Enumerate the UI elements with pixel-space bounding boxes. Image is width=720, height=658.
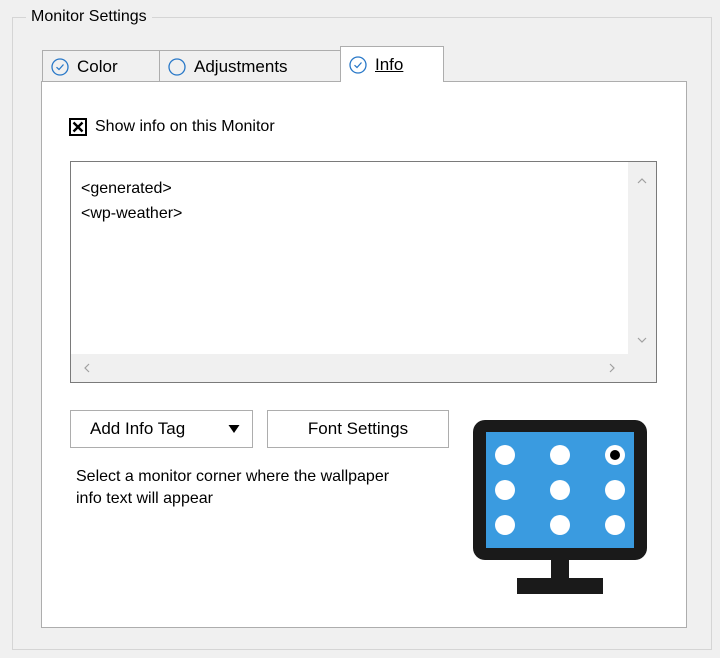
- corner-bottom-center[interactable]: [550, 515, 570, 535]
- help-text: Select a monitor corner where the wallpa…: [76, 468, 390, 507]
- scroll-corner: [628, 354, 656, 382]
- show-info-checkbox-row[interactable]: Show info on this Monitor: [69, 118, 275, 136]
- info-line: <generated>: [81, 180, 172, 197]
- scroll-down-icon[interactable]: [637, 334, 647, 346]
- tab-color[interactable]: Color: [42, 50, 160, 82]
- add-info-tag-label: Add Info Tag: [90, 419, 186, 438]
- corner-middle-center[interactable]: [550, 480, 570, 500]
- dropdown-arrow-icon: [228, 421, 240, 437]
- horizontal-scrollbar[interactable]: [71, 354, 629, 382]
- scroll-up-icon[interactable]: [637, 174, 647, 186]
- monitor-neck: [551, 560, 569, 580]
- info-text-content: <generated> <wp-weather>: [81, 176, 182, 226]
- vertical-scrollbar[interactable]: [628, 162, 656, 355]
- show-info-label: Show info on this Monitor: [95, 118, 275, 135]
- corner-top-right[interactable]: [605, 445, 625, 465]
- info-text-area[interactable]: <generated> <wp-weather>: [70, 161, 657, 383]
- show-info-checkbox[interactable]: [69, 118, 87, 136]
- radio-empty-icon: [168, 57, 186, 76]
- corner-top-left[interactable]: [495, 445, 515, 465]
- tab-info[interactable]: Info: [340, 46, 444, 82]
- info-line: <wp-weather>: [81, 205, 183, 222]
- checkmark-x-icon: [72, 121, 84, 133]
- scroll-right-icon[interactable]: [609, 363, 616, 375]
- font-settings-label: Font Settings: [307, 419, 409, 438]
- corner-top-center[interactable]: [550, 445, 570, 465]
- group-title: Monitor Settings: [26, 7, 152, 27]
- corner-bottom-right[interactable]: [605, 515, 625, 535]
- tab-adjustments-label: Adjustments: [194, 56, 288, 76]
- check-circle-icon: [349, 55, 367, 74]
- monitor-base: [517, 578, 603, 594]
- add-info-tag-button[interactable]: Add Info Tag: [70, 410, 253, 448]
- tab-color-label: Color: [77, 56, 118, 76]
- corner-bottom-left[interactable]: [495, 515, 515, 535]
- corner-middle-left[interactable]: [495, 480, 515, 500]
- scroll-left-icon[interactable]: [83, 363, 90, 375]
- tab-info-label: Info: [375, 54, 404, 74]
- selected-dot-icon: [610, 450, 620, 460]
- monitor-corner-selector: [473, 420, 647, 594]
- tab-adjustments[interactable]: Adjustments: [159, 50, 341, 82]
- corner-middle-right[interactable]: [605, 480, 625, 500]
- check-circle-icon: [51, 57, 69, 76]
- font-settings-button[interactable]: Font Settings: [267, 410, 449, 448]
